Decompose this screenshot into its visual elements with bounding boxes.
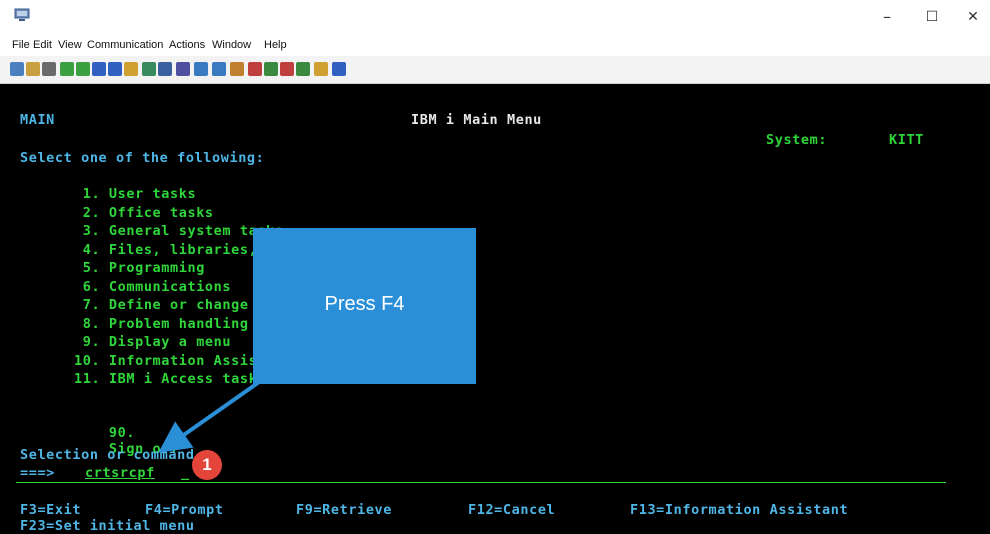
screen-icon[interactable] xyxy=(194,62,208,76)
menu-file[interactable]: File xyxy=(12,39,30,51)
terminal-screen[interactable]: MAIN IBM i Main Menu System: KITT Select… xyxy=(0,84,990,534)
fkey-f9[interactable]: F9=Retrieve xyxy=(296,502,392,518)
stop-icon[interactable] xyxy=(158,62,172,76)
fkey-f13[interactable]: F13=Information Assistant xyxy=(630,502,848,518)
command-input[interactable]: crtsrcpf xyxy=(85,465,155,481)
option-number: 5. xyxy=(74,260,101,276)
option-text: Office tasks xyxy=(108,204,214,221)
option-number: 4. xyxy=(74,241,101,258)
menu-option[interactable]: 9. Display a menu xyxy=(74,334,231,350)
send-icon[interactable] xyxy=(60,62,74,76)
print-icon[interactable] xyxy=(42,62,56,76)
option-number: 2. xyxy=(74,204,101,221)
menu-communication[interactable]: Communication xyxy=(87,39,163,51)
option-number: 3. xyxy=(74,223,101,239)
display-icon[interactable] xyxy=(92,62,106,76)
menu-edit[interactable]: Edit xyxy=(33,39,52,51)
select-prompt: Select one of the following: xyxy=(20,150,265,166)
menu-option[interactable]: 6. Communications xyxy=(74,279,231,295)
screen-title: IBM i Main Menu xyxy=(411,112,542,128)
maximize-button[interactable]: ☐ xyxy=(917,6,947,28)
clock-icon[interactable] xyxy=(108,62,122,76)
separator-line xyxy=(16,482,946,483)
fkey-f4[interactable]: F4=Prompt xyxy=(145,502,224,518)
option-text: User tasks xyxy=(108,186,197,202)
callout-text: Press F4 xyxy=(324,293,405,315)
option-number: 9. xyxy=(74,334,101,350)
menu-window[interactable]: Window xyxy=(212,39,251,51)
fkey-f3[interactable]: F3=Exit xyxy=(20,502,81,518)
option-number: 7. xyxy=(74,297,101,313)
close-button[interactable]: ✕ xyxy=(958,6,988,28)
menu-option[interactable]: 2. Office tasks xyxy=(74,205,214,221)
doc-icon[interactable] xyxy=(314,62,328,76)
keyboard-icon[interactable] xyxy=(176,62,190,76)
system-label: System: xyxy=(766,132,828,148)
option-number: 11. xyxy=(74,371,101,387)
terminal-app-icon xyxy=(14,8,30,21)
menu-option[interactable]: 1. User tasks xyxy=(74,186,196,202)
help-icon[interactable] xyxy=(332,62,346,76)
system-name: KITT xyxy=(889,132,924,148)
toolbar xyxy=(0,56,990,84)
chart4-icon[interactable] xyxy=(296,62,310,76)
fkey-f12[interactable]: F12=Cancel xyxy=(468,502,555,518)
chart2-icon[interactable] xyxy=(264,62,278,76)
paste-icon[interactable] xyxy=(26,62,40,76)
chart3-icon[interactable] xyxy=(280,62,294,76)
option-text: Communications xyxy=(108,278,232,295)
receive-icon[interactable] xyxy=(76,62,90,76)
menu-view[interactable]: View xyxy=(58,39,82,51)
option-number: 1. xyxy=(74,186,101,202)
text-cursor: _ xyxy=(181,465,190,481)
option-number: 6. xyxy=(74,278,101,295)
instruction-callout: Press F4 xyxy=(253,228,476,384)
screen-id: MAIN xyxy=(20,112,55,128)
chart-icon[interactable] xyxy=(248,62,262,76)
popup-icon[interactable] xyxy=(212,62,226,76)
menu-actions[interactable]: Actions xyxy=(169,39,205,51)
option-number: 10. xyxy=(74,352,101,369)
minimize-button[interactable]: – xyxy=(872,6,902,28)
option-text: Problem handling xyxy=(108,315,249,332)
option-number: 90. xyxy=(108,425,136,441)
option-number: 8. xyxy=(74,315,101,332)
menu-option[interactable]: 5. Programming xyxy=(74,260,205,276)
signoff-option[interactable]: 90. Sign off xyxy=(74,409,179,473)
menu-option[interactable]: 11. IBM i Access tasks xyxy=(74,371,266,387)
copy-icon[interactable] xyxy=(10,62,24,76)
selection-label: Selection or command xyxy=(20,447,195,463)
option-text: Programming xyxy=(108,260,205,276)
settings-icon[interactable] xyxy=(230,62,244,76)
command-arrow: ===> xyxy=(20,465,55,481)
play-icon[interactable] xyxy=(142,62,156,76)
option-text: IBM i Access tasks xyxy=(108,371,267,387)
step-badge: 1 xyxy=(192,450,222,480)
option-text: Display a menu xyxy=(108,334,232,350)
menu-option[interactable]: 8. Problem handling xyxy=(74,316,249,332)
menu-help[interactable]: Help xyxy=(264,39,287,51)
macro-icon[interactable] xyxy=(124,62,138,76)
title-bar: – ☐ ✕ xyxy=(0,0,990,36)
menu-bar: File Edit View Communication Actions Win… xyxy=(0,36,990,56)
fkey-f23[interactable]: F23=Set initial menu xyxy=(20,518,195,534)
